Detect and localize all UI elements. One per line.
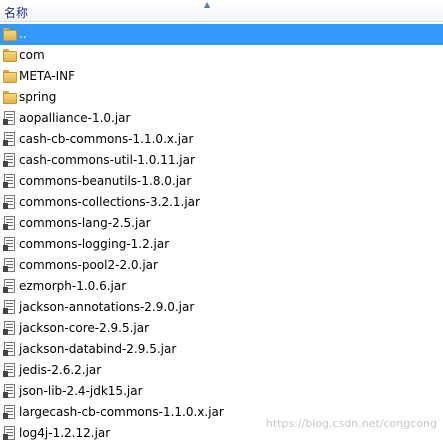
jar-file-icon [3,426,17,441]
jar-file-icon [3,258,17,273]
list-item[interactable]: jedis-2.6.2.jar [0,360,443,381]
jar-file-icon [3,237,17,252]
file-name: commons-pool2-2.0.jar [19,258,158,272]
jar-file-icon [3,405,17,420]
name-column-label: 名称 [4,6,29,20]
file-name: aopalliance-1.0.jar [19,111,131,125]
list-item[interactable]: commons-logging-1.2.jar [0,234,443,255]
file-name: jedis-2.6.2.jar [19,363,102,377]
list-item[interactable]: commons-collections-3.2.1.jar [0,192,443,213]
column-header[interactable]: 名称 ▲ [0,0,443,22]
jar-file-icon [3,174,17,189]
folder-icon [3,27,17,42]
list-item[interactable]: ezmorph-1.0.6.jar [0,276,443,297]
jar-file-icon [3,300,17,315]
file-name: cash-cb-commons-1.1.0.x.jar [19,132,194,146]
file-name: cash-commons-util-1.0.11.jar [19,153,195,167]
file-name: jackson-annotations-2.9.0.jar [19,300,195,314]
folder-icon [3,69,17,84]
folder-icon [3,48,17,63]
list-item[interactable]: META-INF [0,66,443,87]
list-item[interactable]: aopalliance-1.0.jar [0,108,443,129]
file-name: META-INF [19,69,76,83]
file-name: jackson-databind-2.9.5.jar [19,342,177,356]
jar-file-icon [3,279,17,294]
list-item[interactable]: commons-beanutils-1.8.0.jar [0,171,443,192]
jar-file-icon [3,363,17,378]
file-name: commons-beanutils-1.8.0.jar [19,174,192,188]
file-name: commons-lang-2.5.jar [19,216,151,230]
list-item[interactable]: jackson-core-2.9.5.jar [0,318,443,339]
watermark: https://blog.csdn.net/congcong [265,417,437,430]
file-name: ezmorph-1.0.6.jar [19,279,127,293]
file-name: com [19,48,45,62]
jar-file-icon [3,342,17,357]
list-item[interactable]: cash-commons-util-1.0.11.jar [0,150,443,171]
sort-ascending-icon: ▲ [204,0,211,9]
list-item[interactable]: jackson-databind-2.9.5.jar [0,339,443,360]
jar-file-icon [3,132,17,147]
list-item[interactable]: spring [0,87,443,108]
file-name: json-lib-2.4-jdk15.jar [19,384,143,398]
list-item[interactable]: json-lib-2.4-jdk15.jar [0,381,443,402]
file-name: .. [19,27,27,41]
file-name: commons-collections-3.2.1.jar [19,195,200,209]
list-item[interactable]: .. [0,24,443,45]
jar-file-icon [3,153,17,168]
file-name: largecash-cb-commons-1.1.0.x.jar [19,405,224,419]
folder-icon [3,90,17,105]
list-item[interactable]: commons-lang-2.5.jar [0,213,443,234]
jar-file-icon [3,216,17,231]
file-name: jackson-core-2.9.5.jar [19,321,150,335]
list-item[interactable]: cash-cb-commons-1.1.0.x.jar [0,129,443,150]
file-list: .. com META-INF spring aopalliance-1.0.j… [0,24,443,444]
list-item[interactable]: com [0,45,443,66]
list-item[interactable]: jackson-annotations-2.9.0.jar [0,297,443,318]
jar-file-icon [3,384,17,399]
file-name: log4j-1.2.12.jar [19,426,111,440]
list-item[interactable]: commons-pool2-2.0.jar [0,255,443,276]
jar-file-icon [3,195,17,210]
jar-file-icon [3,111,17,126]
jar-file-icon [3,321,17,336]
file-name: commons-logging-1.2.jar [19,237,170,251]
file-name: spring [19,90,57,104]
